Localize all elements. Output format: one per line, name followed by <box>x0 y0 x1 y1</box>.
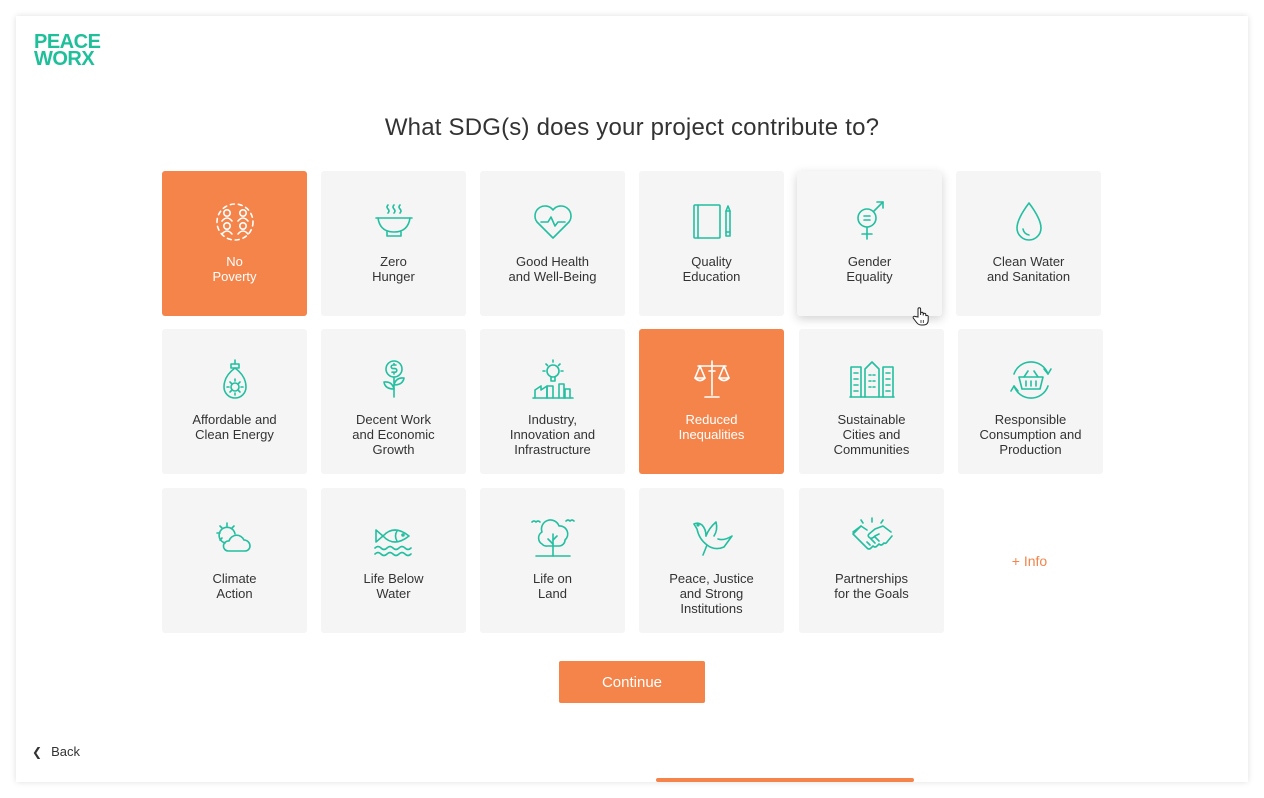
sdg-label: Gender Equality <box>846 254 893 284</box>
sdg-tile-no-poverty[interactable]: No Poverty <box>162 171 307 316</box>
money-plant-icon <box>382 360 405 398</box>
sdg-label: Responsible Consumption and Production <box>979 412 1082 457</box>
gender-equality-icon <box>856 201 884 240</box>
peaceworx-logo: PEACE WORX <box>34 32 101 70</box>
sdg-label: Quality Education <box>682 254 741 284</box>
sdg-label: Industry, Innovation and Infrastructure <box>509 412 596 457</box>
sdg-label: Affordable and Clean Energy <box>192 412 277 442</box>
back-label: Back <box>51 744 80 759</box>
sdg-tile-good-health[interactable]: Good Health and Well-Being <box>480 171 625 316</box>
sdg-label: Sustainable Cities and Communities <box>833 412 910 457</box>
sdg-tile-climate-action[interactable]: Climate Action <box>162 488 307 633</box>
basket-cycle-icon <box>1009 361 1052 399</box>
sdg-label: Peace, Justice and Strong Institutions <box>669 571 754 616</box>
sdg-tile-industry-innovation[interactable]: Industry, Innovation and Infrastructure <box>480 329 625 474</box>
sdg-label: Good Health and Well-Being <box>508 254 597 284</box>
sdg-label: Decent Work and Economic Growth <box>352 412 435 457</box>
page-title: What SDG(s) does your project contribute… <box>384 114 880 141</box>
sdg-tile-clean-water[interactable]: Clean Water and Sanitation <box>956 171 1101 316</box>
progress-bar <box>656 778 914 782</box>
sdg-label: Zero Hunger <box>372 254 415 284</box>
sdg-tile-life-below-water[interactable]: Life Below Water <box>321 488 466 633</box>
chevron-left-icon: ❮ <box>32 744 43 759</box>
idea-factory-icon <box>531 359 574 399</box>
city-buildings-icon <box>848 361 895 398</box>
logo-line-2: WORX <box>34 48 95 70</box>
dove-icon <box>692 521 733 556</box>
sdg-label: Partnerships for the Goals <box>834 571 909 601</box>
water-drop-icon <box>1015 202 1042 241</box>
sdg-tile-peace-justice[interactable]: Peace, Justice and Strong Institutions <box>639 488 784 633</box>
sdg-label: Climate Action <box>212 571 257 601</box>
lightbulb-sun-icon <box>222 359 247 399</box>
people-circle-icon <box>215 203 254 241</box>
sdg-tile-gender-equality[interactable]: Gender Equality <box>797 171 942 316</box>
sdg-tile-sustainable-cities[interactable]: Sustainable Cities and Communities <box>799 329 944 474</box>
sdg-tile-responsible-consumption[interactable]: Responsible Consumption and Production <box>958 329 1103 474</box>
sdg-tile-partnerships[interactable]: Partnerships for the Goals <box>799 488 944 633</box>
sun-cloud-icon <box>215 522 251 552</box>
more-info-link[interactable]: + Info <box>957 488 1102 633</box>
tree-birds-icon <box>530 519 575 557</box>
back-button[interactable]: ❮ Back <box>32 744 80 759</box>
fish-waves-icon <box>373 529 412 557</box>
sdg-label: Life Below Water <box>363 571 424 601</box>
sdg-tile-affordable-energy[interactable]: Affordable and Clean Energy <box>162 329 307 474</box>
sdg-label: Clean Water and Sanitation <box>986 254 1071 284</box>
app-frame: PEACE WORX What SDG(s) does your project… <box>16 16 1248 782</box>
sdg-label: Reduced Inequalities <box>678 412 745 442</box>
sdg-tile-decent-work[interactable]: Decent Work and Economic Growth <box>321 329 466 474</box>
hand-pointer-cursor-icon <box>912 307 929 326</box>
book-pencil-icon <box>692 204 731 239</box>
heartbeat-icon <box>533 205 572 239</box>
sdg-tile-reduced-inequalities[interactable]: Reduced Inequalities <box>639 329 784 474</box>
bowl-icon <box>374 204 413 237</box>
scales-icon <box>693 360 730 398</box>
sdg-label: No Poverty <box>212 254 257 284</box>
sdg-label: Life on Land <box>532 571 573 601</box>
sdg-tile-life-on-land[interactable]: Life on Land <box>480 488 625 633</box>
sdg-tile-quality-education[interactable]: Quality Education <box>639 171 784 316</box>
continue-button[interactable]: Continue <box>559 661 705 703</box>
handshake-icon <box>851 517 893 550</box>
sdg-tile-zero-hunger[interactable]: Zero Hunger <box>321 171 466 316</box>
